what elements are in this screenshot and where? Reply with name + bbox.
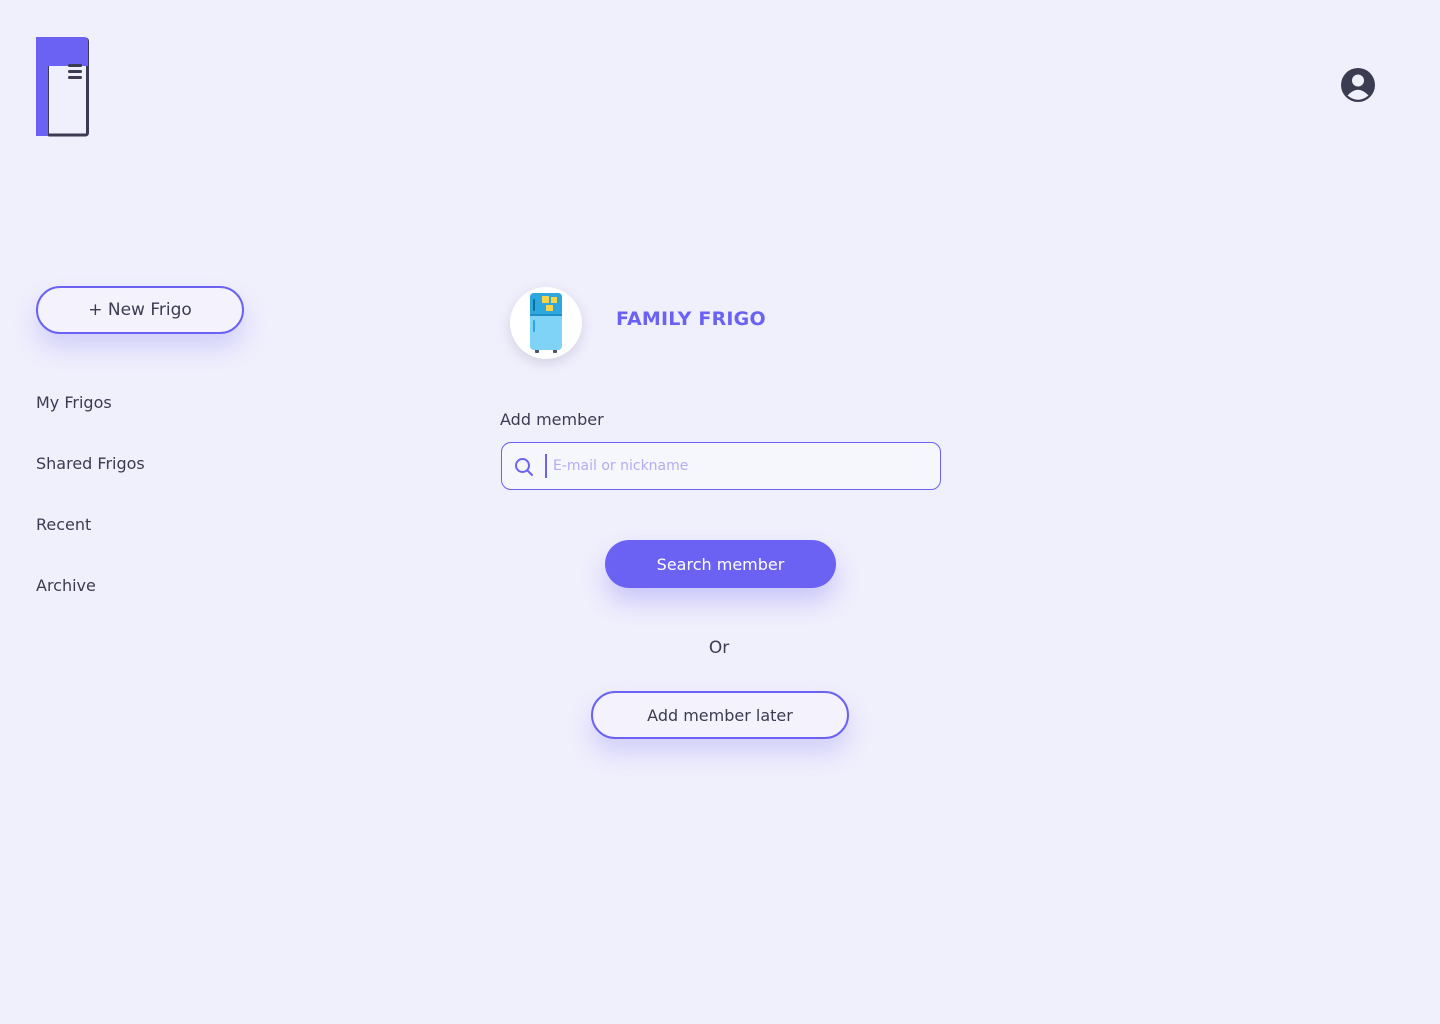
- sidebar-item-recent[interactable]: Recent: [36, 515, 91, 534]
- member-search-input[interactable]: [553, 443, 933, 489]
- member-search-field[interactable]: [501, 442, 941, 490]
- add-member-label: Add member: [500, 410, 604, 429]
- app-logo[interactable]: [36, 37, 89, 137]
- sidebar-item-shared-frigos[interactable]: Shared Frigos: [36, 454, 145, 473]
- new-frigo-button[interactable]: + New Frigo: [36, 286, 244, 334]
- or-divider-text: Or: [708, 638, 730, 658]
- fridge-logo-icon: [36, 37, 89, 137]
- frigo-title: FAMILY FRIGO: [616, 308, 766, 330]
- search-member-button[interactable]: Search member: [605, 540, 836, 588]
- search-icon: [515, 458, 533, 476]
- add-member-later-button[interactable]: Add member later: [591, 691, 849, 739]
- fridge-icon: [530, 293, 562, 353]
- frigo-avatar: [510, 287, 582, 359]
- text-caret: [545, 454, 547, 478]
- profile-button[interactable]: [1340, 67, 1376, 103]
- user-circle-icon: [1341, 68, 1375, 102]
- sidebar-item-archive[interactable]: Archive: [36, 576, 96, 595]
- sidebar-item-my-frigos[interactable]: My Frigos: [36, 393, 112, 412]
